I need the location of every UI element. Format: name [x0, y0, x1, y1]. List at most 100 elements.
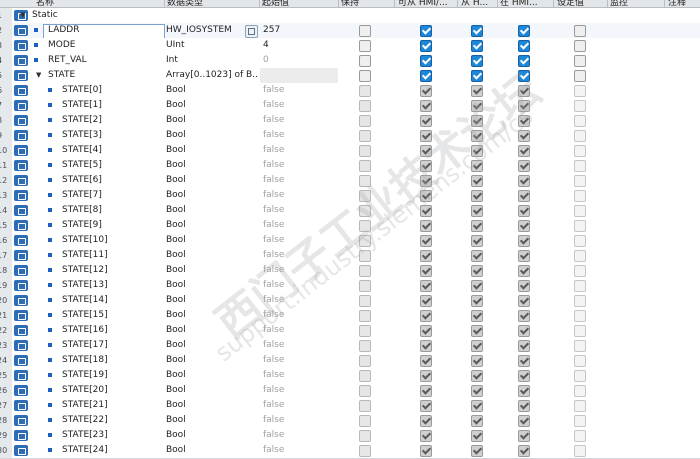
visible-hmi-checkbox[interactable] [518, 220, 530, 232]
visible-hmi-checkbox[interactable] [518, 250, 530, 262]
writable-hmi-checkbox[interactable] [471, 295, 483, 307]
table-row[interactable]: 18 STATE[12] Bool false [0, 263, 700, 279]
visible-hmi-checkbox[interactable] [518, 160, 530, 172]
setpoint-checkbox[interactable] [574, 355, 586, 367]
accessible-hmi-checkbox[interactable] [420, 235, 432, 247]
table-row[interactable]: 11 STATE[5] Bool false [0, 158, 700, 174]
setpoint-checkbox[interactable] [574, 325, 586, 337]
accessible-hmi-checkbox[interactable] [420, 220, 432, 232]
accessible-hmi-checkbox[interactable] [420, 130, 432, 142]
tag-name[interactable]: STATE[12] [62, 263, 108, 278]
visible-hmi-checkbox[interactable] [518, 145, 530, 157]
writable-hmi-checkbox[interactable] [471, 370, 483, 382]
accessible-hmi-checkbox[interactable] [420, 370, 432, 382]
column-header-accessible-hmi[interactable]: 可从 HMI/... [398, 0, 448, 7]
writable-hmi-checkbox[interactable] [471, 85, 483, 97]
tag-name[interactable]: STATE[16] [62, 323, 108, 338]
retain-checkbox[interactable] [359, 25, 371, 37]
tag-name[interactable]: STATE[4] [62, 143, 102, 158]
retain-checkbox[interactable] [359, 190, 371, 202]
setpoint-checkbox[interactable] [574, 85, 586, 97]
setpoint-checkbox[interactable] [574, 130, 586, 142]
table-row[interactable]: 10 STATE[4] Bool false [0, 143, 700, 159]
tag-datatype[interactable]: UInt [166, 38, 258, 53]
tag-start-value[interactable]: false [263, 173, 337, 188]
table-row[interactable]: 17 STATE[11] Bool false [0, 248, 700, 264]
retain-checkbox[interactable] [359, 295, 371, 307]
tag-start-value[interactable] [263, 8, 337, 23]
table-row[interactable]: 16 STATE[10] Bool false [0, 233, 700, 249]
setpoint-checkbox[interactable] [574, 340, 586, 352]
writable-hmi-checkbox[interactable] [471, 265, 483, 277]
tag-name[interactable]: STATE [48, 68, 75, 83]
tag-datatype[interactable]: Bool [166, 143, 258, 158]
writable-hmi-checkbox[interactable] [471, 115, 483, 127]
retain-checkbox[interactable] [359, 55, 371, 67]
setpoint-checkbox[interactable] [574, 310, 586, 322]
column-header-datatype[interactable]: 数据类型 [167, 0, 203, 7]
column-header-name[interactable]: 名称 [36, 0, 54, 7]
tag-name[interactable]: STATE[10] [62, 233, 108, 248]
tag-datatype[interactable]: Bool [166, 428, 258, 443]
value-picker-icon[interactable] [245, 25, 258, 38]
tag-datatype[interactable]: Bool [166, 158, 258, 173]
tag-start-value[interactable]: 0 [263, 53, 337, 68]
visible-hmi-checkbox[interactable] [518, 430, 530, 442]
tag-name[interactable]: STATE[2] [62, 113, 102, 128]
table-row[interactable]: 20 STATE[14] Bool false [0, 293, 700, 309]
retain-checkbox[interactable] [359, 130, 371, 142]
accessible-hmi-checkbox[interactable] [420, 295, 432, 307]
writable-hmi-checkbox[interactable] [471, 235, 483, 247]
table-row[interactable]: 12 STATE[6] Bool false [0, 173, 700, 189]
tag-datatype[interactable] [166, 8, 258, 23]
table-row[interactable]: 25 STATE[19] Bool false [0, 368, 700, 384]
accessible-hmi-checkbox[interactable] [420, 205, 432, 217]
writable-hmi-checkbox[interactable] [471, 310, 483, 322]
table-row[interactable]: 28 STATE[22] Bool false [0, 413, 700, 429]
tag-start-value[interactable]: 4 [263, 38, 337, 53]
tag-start-value[interactable]: false [263, 308, 337, 323]
table-row[interactable]: 5 ▼ STATE Array[0..1023] of B... [0, 68, 700, 84]
tag-name[interactable]: STATE[23] [62, 428, 108, 443]
visible-hmi-checkbox[interactable] [518, 415, 530, 427]
accessible-hmi-checkbox[interactable] [420, 70, 432, 82]
tag-start-value[interactable]: false [263, 248, 337, 263]
visible-hmi-checkbox[interactable] [518, 70, 530, 82]
table-row[interactable]: 21 STATE[15] Bool false [0, 308, 700, 324]
table-row[interactable]: 14 STATE[8] Bool false [0, 203, 700, 219]
tag-datatype[interactable]: Bool [166, 248, 258, 263]
visible-hmi-checkbox[interactable] [518, 265, 530, 277]
retain-checkbox[interactable] [359, 115, 371, 127]
tag-datatype[interactable]: Bool [166, 308, 258, 323]
retain-checkbox[interactable] [359, 220, 371, 232]
writable-hmi-checkbox[interactable] [471, 355, 483, 367]
accessible-hmi-checkbox[interactable] [420, 400, 432, 412]
accessible-hmi-checkbox[interactable] [420, 175, 432, 187]
table-row[interactable]: 15 STATE[9] Bool false [0, 218, 700, 234]
retain-checkbox[interactable] [359, 160, 371, 172]
writable-hmi-checkbox[interactable] [471, 385, 483, 397]
retain-checkbox[interactable] [359, 400, 371, 412]
table-row[interactable]: 23 STATE[17] Bool false [0, 338, 700, 354]
retain-checkbox[interactable] [359, 325, 371, 337]
retain-checkbox[interactable] [359, 385, 371, 397]
tag-datatype[interactable]: Bool [166, 413, 258, 428]
retain-checkbox[interactable] [359, 40, 371, 52]
setpoint-checkbox[interactable] [574, 25, 586, 37]
tag-name[interactable]: STATE[8] [62, 203, 102, 218]
column-header-comment[interactable]: 注释 [668, 0, 686, 7]
writable-hmi-checkbox[interactable] [471, 205, 483, 217]
accessible-hmi-checkbox[interactable] [420, 265, 432, 277]
writable-hmi-checkbox[interactable] [471, 160, 483, 172]
setpoint-checkbox[interactable] [574, 265, 586, 277]
visible-hmi-checkbox[interactable] [518, 340, 530, 352]
accessible-hmi-checkbox[interactable] [420, 250, 432, 262]
writable-hmi-checkbox[interactable] [471, 70, 483, 82]
tag-datatype[interactable]: Bool [166, 83, 258, 98]
setpoint-checkbox[interactable] [574, 100, 586, 112]
setpoint-checkbox[interactable] [574, 190, 586, 202]
tag-datatype[interactable]: Bool [166, 98, 258, 113]
tag-start-value[interactable] [263, 68, 337, 83]
visible-hmi-checkbox[interactable] [518, 55, 530, 67]
tag-start-value[interactable]: false [263, 428, 337, 443]
